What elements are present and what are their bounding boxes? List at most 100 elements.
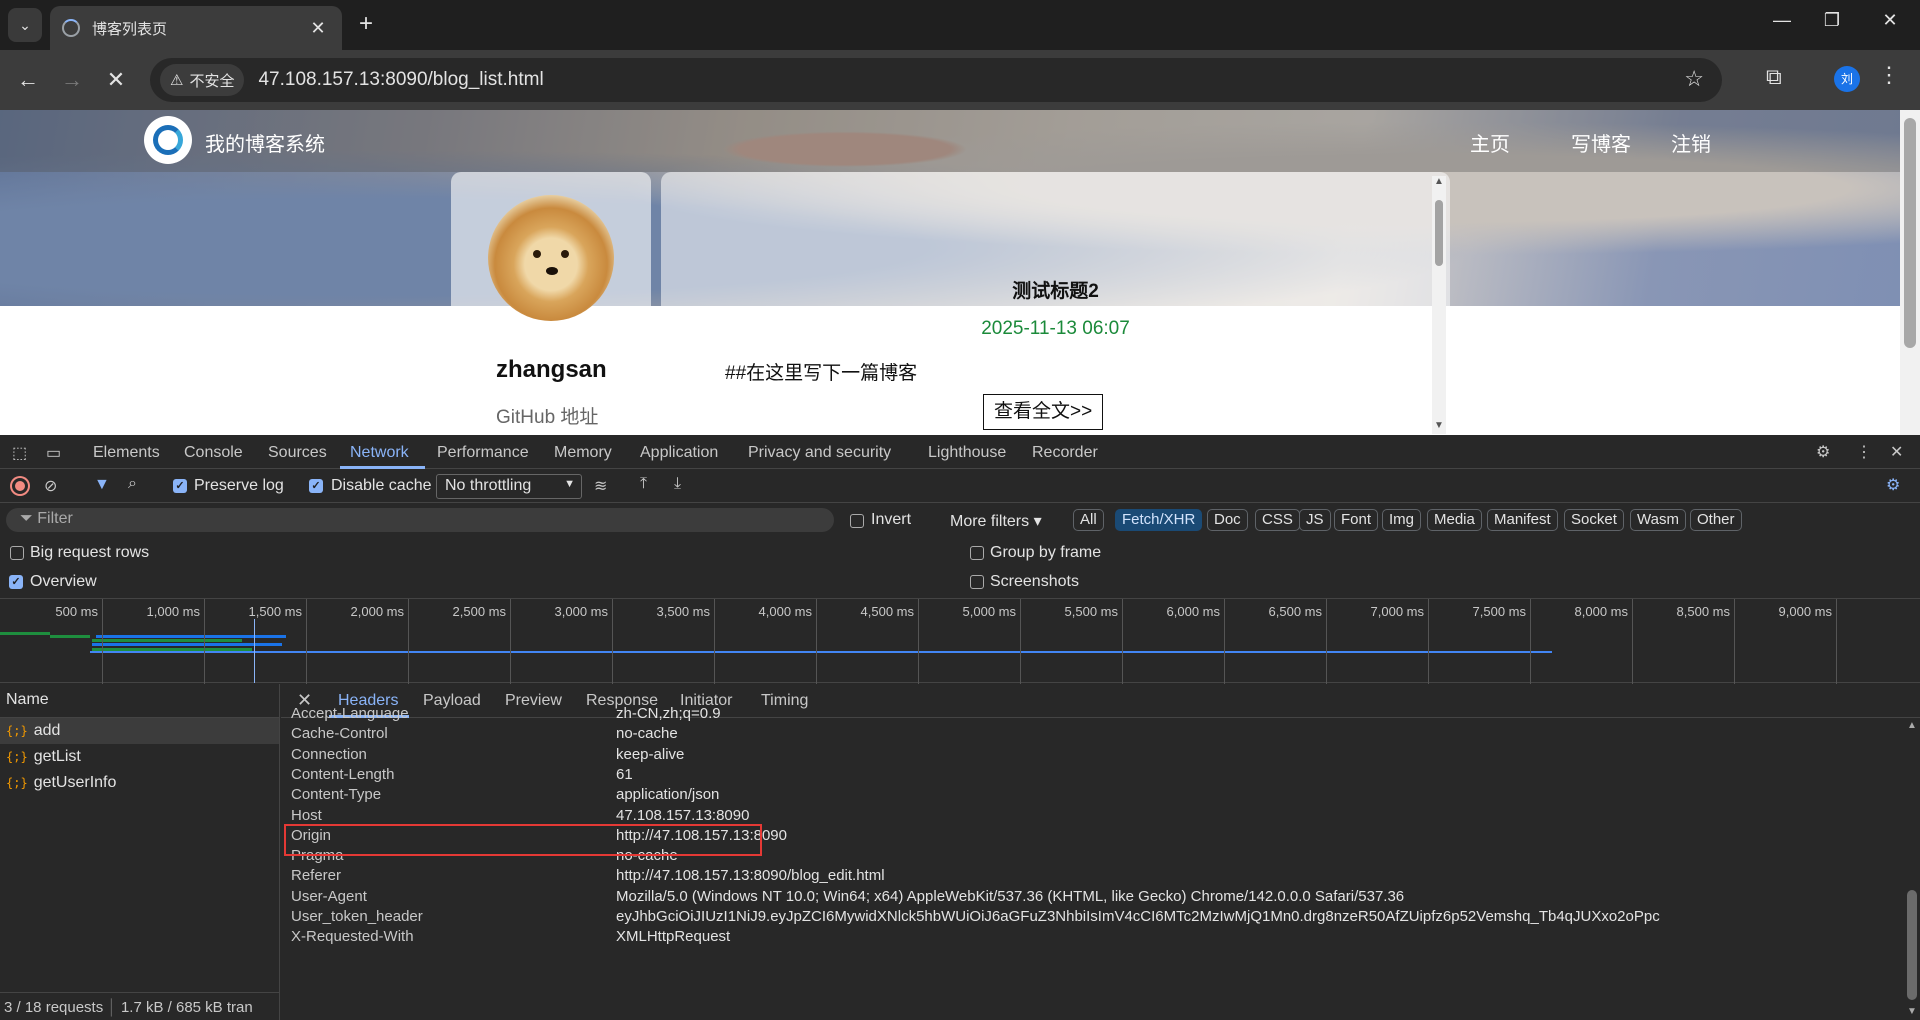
type-filter-fetch-xhr[interactable]: Fetch/XHR xyxy=(1115,509,1203,531)
profile-avatar[interactable]: 刘 xyxy=(1834,66,1860,92)
timeline-gridline xyxy=(816,599,817,684)
header-value[interactable]: eyJhbGciOiJIUzI1NiJ9.eyJpZCI6MywidXNlck5… xyxy=(616,908,1660,925)
tab-search-button[interactable]: ⌄ xyxy=(8,8,42,42)
browser-tab-active[interactable]: 博客列表页 ✕ xyxy=(50,6,342,50)
extensions-icon[interactable]: ⧉ xyxy=(1766,64,1782,90)
page-scrollbar[interactable] xyxy=(1900,110,1920,435)
read-more-button[interactable]: 查看全文>> xyxy=(983,394,1104,430)
clear-icon[interactable]: ⊘ xyxy=(44,476,57,496)
record-button[interactable] xyxy=(12,478,28,494)
detail-scrollbar-thumb[interactable] xyxy=(1907,890,1917,1000)
tab-timing[interactable]: Timing xyxy=(761,692,808,710)
restore-button[interactable]: ❐ xyxy=(1812,10,1852,31)
github-link[interactable]: GitHub 地址 xyxy=(496,402,598,429)
screenshots-checkbox[interactable] xyxy=(970,575,984,589)
timeline-gridline xyxy=(1734,599,1735,684)
type-filter-other[interactable]: Other xyxy=(1690,509,1742,531)
invert-checkbox[interactable] xyxy=(850,514,864,528)
tab-application[interactable]: Application xyxy=(640,444,718,462)
preserve-log-checkbox[interactable]: ✓ xyxy=(173,479,187,493)
tab-privacy-security[interactable]: Privacy and security xyxy=(748,444,891,462)
tab-memory[interactable]: Memory xyxy=(554,444,612,462)
header-value[interactable]: application/json xyxy=(616,786,719,803)
tab-payload[interactable]: Payload xyxy=(423,692,481,710)
more-options-icon[interactable]: ⋮ xyxy=(1856,442,1872,462)
close-window-button[interactable]: ✕ xyxy=(1870,10,1910,31)
type-filter-all[interactable]: All xyxy=(1073,509,1104,531)
header-value[interactable]: keep-alive xyxy=(616,746,684,763)
type-filter-doc[interactable]: Doc xyxy=(1207,509,1248,531)
url-text[interactable]: 47.108.157.13:8090/blog_list.html xyxy=(258,69,543,91)
minimize-button[interactable]: — xyxy=(1762,10,1802,31)
request-row-getuserinfo[interactable]: {;} getUserInfo xyxy=(0,770,279,796)
browser-menu-icon[interactable]: ⋮ xyxy=(1878,62,1900,88)
address-bar[interactable]: ⚠ 不安全 47.108.157.13:8090/blog_list.html … xyxy=(150,58,1722,102)
back-button[interactable]: ← xyxy=(12,64,44,96)
nav-write-link[interactable]: 写博客 xyxy=(1571,128,1631,157)
filter-icon[interactable]: ▼ xyxy=(94,476,110,494)
forward-button[interactable]: → xyxy=(56,64,88,96)
type-filter-manifest[interactable]: Manifest xyxy=(1487,509,1558,531)
timeline-gridline xyxy=(1836,599,1837,684)
type-filter-js[interactable]: JS xyxy=(1299,509,1331,531)
header-value[interactable]: Mozilla/5.0 (Windows NT 10.0; Win64; x64… xyxy=(616,888,1404,905)
scroll-down-icon[interactable]: ▼ xyxy=(1907,1006,1917,1017)
filter-input[interactable]: ⏷ Filter xyxy=(6,508,834,532)
import-har-icon[interactable]: ⤒ xyxy=(640,475,647,493)
close-tab-icon[interactable]: ✕ xyxy=(306,18,330,39)
group-by-frame-checkbox[interactable] xyxy=(970,546,984,560)
security-indicator[interactable]: ⚠ 不安全 xyxy=(160,64,245,96)
request-row-getlist[interactable]: {;} getList xyxy=(0,744,279,770)
request-row-add[interactable]: {;} add xyxy=(0,718,279,744)
type-filter-socket[interactable]: Socket xyxy=(1564,509,1624,531)
nav-home-link[interactable]: 主页 xyxy=(1470,128,1510,157)
tab-lighthouse[interactable]: Lighthouse xyxy=(928,444,1006,462)
overview-checkbox[interactable]: ✓ xyxy=(9,575,23,589)
header-value[interactable]: 61 xyxy=(616,766,633,783)
big-request-rows-checkbox[interactable] xyxy=(10,546,24,560)
close-devtools-icon[interactable]: ✕ xyxy=(1890,442,1903,462)
stop-loading-button[interactable]: ✕ xyxy=(100,64,132,96)
bookmark-star-icon[interactable]: ☆ xyxy=(1684,66,1704,92)
type-filter-wasm[interactable]: Wasm xyxy=(1630,509,1686,531)
header-value[interactable]: XMLHttpRequest xyxy=(616,928,730,945)
header-name: Content-Type xyxy=(291,786,382,804)
tab-elements[interactable]: Elements xyxy=(93,444,160,462)
tab-console[interactable]: Console xyxy=(184,444,243,462)
type-filter-media[interactable]: Media xyxy=(1427,509,1482,531)
export-har-icon[interactable]: ⤓ xyxy=(674,475,681,493)
page-scrollbar-thumb[interactable] xyxy=(1904,118,1916,348)
network-conditions-icon[interactable]: ≋ xyxy=(594,476,607,496)
tab-preview[interactable]: Preview xyxy=(505,692,562,710)
device-toolbar-icon[interactable]: ▭ xyxy=(46,443,61,463)
type-filter-font[interactable]: Font xyxy=(1334,509,1379,531)
tab-sources[interactable]: Sources xyxy=(268,444,327,462)
header-value[interactable]: no-cache xyxy=(616,725,678,742)
inspect-element-icon[interactable]: ⬚ xyxy=(12,443,27,463)
tab-recorder[interactable]: Recorder xyxy=(1032,444,1098,462)
network-settings-icon[interactable]: ⚙ xyxy=(1886,475,1900,495)
more-filters-dropdown[interactable]: More filters ▾ xyxy=(950,511,1042,531)
disable-cache-checkbox[interactable]: ✓ xyxy=(309,479,323,493)
settings-gear-icon[interactable]: ⚙ xyxy=(1816,442,1830,462)
scroll-up-icon[interactable]: ▲ xyxy=(1907,720,1917,731)
header-value[interactable]: 47.108.157.13:8090 xyxy=(616,807,749,824)
new-tab-button[interactable]: + xyxy=(352,10,380,38)
throttling-select[interactable]: No throttling ▼ xyxy=(436,474,582,499)
search-icon[interactable]: ⌕ xyxy=(128,475,137,493)
nav-logout-link[interactable]: 注销 xyxy=(1671,128,1711,157)
blog-list-scrollbar[interactable]: ▲ ▼ xyxy=(1432,176,1446,434)
scrollbar-thumb[interactable] xyxy=(1435,200,1443,266)
tab-performance[interactable]: Performance xyxy=(437,444,529,462)
header-name: Referer xyxy=(291,867,342,885)
header-value[interactable]: http://47.108.157.13:8090/blog_edit.html xyxy=(616,867,885,884)
network-overview-timeline[interactable]: 500 ms 1,000 ms 1,500 ms 2,000 ms 2,500 ms 3,… xyxy=(0,598,1920,684)
header-value[interactable]: zh-CN,zh;q=0.9 xyxy=(616,705,721,722)
scroll-down-icon[interactable]: ▼ xyxy=(1434,420,1444,431)
tab-network[interactable]: Network xyxy=(350,444,409,462)
type-filter-img[interactable]: Img xyxy=(1382,509,1422,531)
detail-scrollbar[interactable]: ▲ ▼ xyxy=(1904,718,1920,1020)
type-filter-css[interactable]: CSS xyxy=(1255,509,1300,531)
scroll-up-icon[interactable]: ▲ xyxy=(1434,176,1444,187)
name-column-header[interactable]: Name xyxy=(0,684,279,718)
